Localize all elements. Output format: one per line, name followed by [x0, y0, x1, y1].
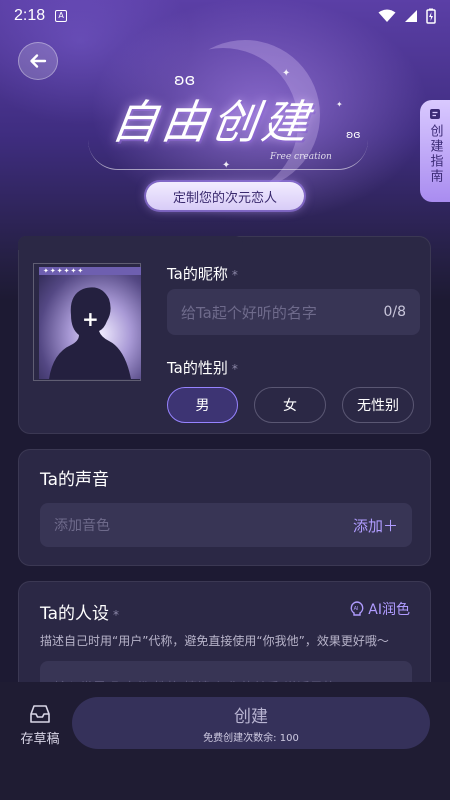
subtitle-pill: 定制您的次元恋人	[146, 182, 304, 210]
gender-option-male[interactable]: 男	[167, 387, 238, 423]
create-label: 创建	[234, 707, 268, 727]
add-voice-row[interactable]: 添加音色 添加＋	[40, 503, 412, 547]
avatar-upload[interactable]: ✦✦✦✦✦✦ +	[39, 267, 141, 379]
add-avatar-icon: +	[82, 307, 99, 331]
battery-icon	[426, 8, 436, 24]
free-create-count: 免费创建次数余: 100	[203, 733, 299, 744]
butterfly-icon: ʚɞ	[174, 70, 196, 89]
svg-text:AI: AI	[354, 606, 359, 612]
back-button[interactable]	[18, 42, 58, 80]
nickname-label: Ta的昵称 *	[167, 263, 238, 284]
persona-hint: 描述自己时用“用户”代称，避免直接使用“你我他”，效果更好哦～	[40, 634, 389, 648]
required-mark: *	[231, 268, 238, 282]
creation-guide-tab[interactable]: 创建指南	[420, 100, 450, 202]
creation-guide-label: 创建指南	[427, 124, 443, 184]
voice-placeholder: 添加音色	[54, 518, 110, 534]
gender-option-female[interactable]: 女	[254, 387, 326, 423]
sparkle-icon: ✦	[222, 160, 231, 171]
create-button[interactable]: 创建 免费创建次数余: 100	[72, 697, 430, 749]
sparkle-icon: ✦	[282, 68, 291, 79]
required-mark: *	[231, 362, 238, 376]
save-draft-button[interactable]: 存草稿	[18, 704, 62, 748]
guide-doc-icon	[430, 109, 440, 119]
persona-title-text: Ta的人设	[40, 604, 109, 624]
ai-polish-label: AI润色	[368, 602, 410, 618]
gender-label: Ta的性别 *	[167, 357, 238, 378]
required-mark: *	[113, 608, 119, 622]
voice-title: Ta的声音	[40, 470, 109, 490]
status-time: 2:18	[14, 7, 46, 24]
back-arrow-icon	[30, 54, 47, 68]
page-title-sub: Free creation	[270, 152, 332, 162]
status-bar: 2:18 A	[0, 0, 450, 32]
nickname-char-count: 0/8	[383, 304, 406, 320]
wifi-icon	[378, 9, 396, 22]
app-notification-icon: A	[55, 10, 68, 22]
save-draft-label: 存草稿	[20, 732, 60, 747]
avatar-strip: ✦✦✦✦✦✦	[39, 267, 141, 275]
add-voice-button[interactable]: 添加＋	[353, 515, 398, 536]
butterfly-icon: ʚɞ	[346, 128, 361, 141]
ai-polish-button[interactable]: AI AI润色	[350, 599, 410, 619]
inbox-icon	[30, 705, 50, 723]
signal-icon	[405, 10, 417, 22]
persona-title: Ta的人设 *	[40, 599, 119, 624]
gender-label-text: Ta的性别	[167, 359, 228, 377]
nickname-input[interactable]: 给Ta起个好听的名字 0/8	[167, 289, 420, 335]
ai-bulb-icon: AI	[350, 601, 364, 616]
nickname-placeholder: 给Ta起个好听的名字	[181, 303, 317, 322]
sparkle-icon: ✦	[336, 100, 343, 109]
bottom-action-bar: 存草稿 创建 免费创建次数余: 100	[0, 682, 450, 800]
page-title: 自由创建	[108, 95, 316, 149]
gender-option-none[interactable]: 无性别	[342, 387, 414, 423]
profile-card: ✦✦✦✦✦✦ + Ta的昵称 * 给Ta起个好听的名字 0/8 Ta的性别 * 男 …	[18, 236, 431, 434]
voice-card: Ta的声音 添加音色 添加＋	[18, 449, 431, 566]
nickname-label-text: Ta的昵称	[167, 265, 228, 283]
